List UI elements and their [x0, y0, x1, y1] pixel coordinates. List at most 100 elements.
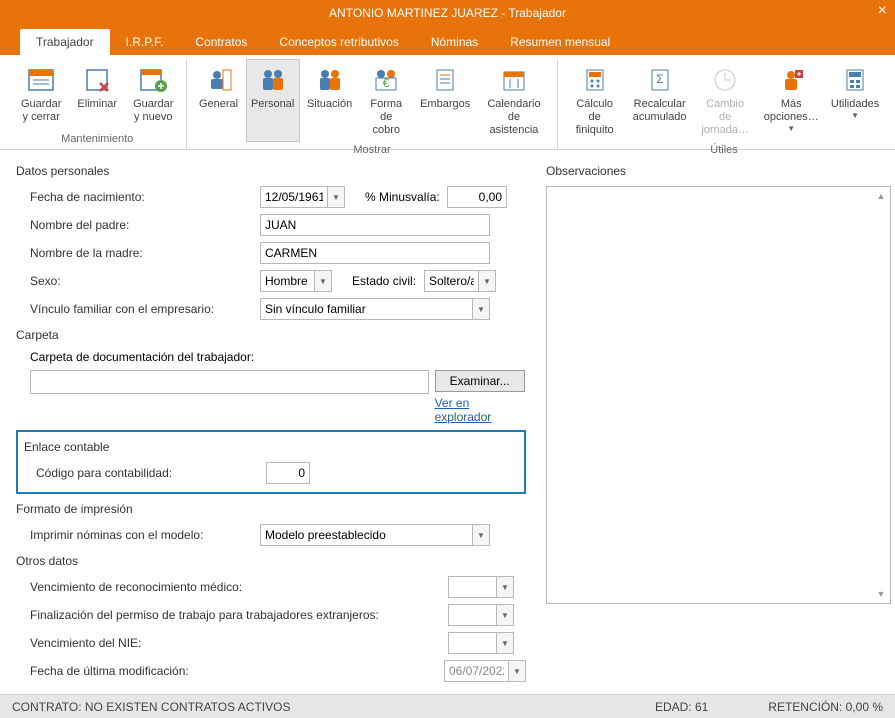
guardar-cerrar-button[interactable]: Guardar y cerrar — [14, 59, 68, 129]
fecha-mod-combo[interactable]: ▼ — [444, 660, 526, 682]
personal-label: Personal — [251, 98, 294, 111]
carpeta-path-input[interactable] — [30, 370, 429, 394]
sexo-label: Sexo: — [30, 274, 260, 288]
estado-civil-combo[interactable]: ▼ — [424, 270, 496, 292]
vinculo-input[interactable] — [260, 298, 472, 320]
chevron-down-icon[interactable]: ▼ — [496, 576, 514, 598]
recalcular-label: Recalcular acumulado — [633, 98, 687, 124]
tab-trabajador[interactable]: Trabajador — [20, 29, 110, 55]
estado-civil-input[interactable] — [424, 270, 478, 292]
cambio-jornada-icon — [709, 64, 741, 96]
fecha-mod-input[interactable] — [444, 660, 508, 682]
fecha-nac-combo[interactable]: ▼ — [260, 186, 345, 208]
imprimir-combo[interactable]: ▼ — [260, 524, 490, 546]
situacion-button[interactable]: Situación — [302, 59, 358, 142]
mas-opciones-button[interactable]: Más opciones… ▼ — [759, 59, 824, 142]
embargos-label: Embargos — [420, 98, 470, 111]
situacion-label: Situación — [307, 98, 352, 111]
scroll-down-icon[interactable]: ▼ — [874, 587, 888, 601]
calendario-icon — [498, 64, 530, 96]
fin-permiso-combo[interactable]: ▼ — [448, 604, 514, 626]
embargos-icon — [429, 64, 461, 96]
enlace-contable-box: Enlace contable Código para contabilidad… — [16, 430, 526, 494]
close-icon[interactable]: × — [878, 2, 887, 20]
fin-permiso-input[interactable] — [448, 604, 496, 626]
sexo-combo[interactable]: ▼ — [260, 270, 332, 292]
mas-opciones-label: Más opciones… — [764, 98, 819, 124]
situacion-icon — [314, 64, 346, 96]
calendario-button[interactable]: Calendario de asistencia — [477, 59, 550, 142]
general-icon — [203, 64, 235, 96]
cambio-jornada-label: Cambio de jornada… — [701, 98, 750, 137]
tab-resumen[interactable]: Resumen mensual — [494, 29, 626, 55]
nombre-padre-label: Nombre del padre: — [30, 218, 260, 232]
guardar-cerrar-label: Guardar y cerrar — [21, 98, 61, 124]
chevron-down-icon[interactable]: ▼ — [327, 186, 345, 208]
venc-medico-input[interactable] — [448, 576, 496, 598]
window-title: ANTONIO MARTINEZ JUAREZ - Trabajador — [329, 6, 566, 20]
chevron-down-icon[interactable]: ▼ — [496, 604, 514, 626]
general-button[interactable]: General — [193, 59, 243, 142]
codigo-cont-input[interactable] — [266, 462, 310, 484]
section-formato-impresion: Formato de impresión — [16, 502, 526, 516]
guardar-nuevo-label: Guardar y nuevo — [133, 98, 173, 124]
chevron-down-icon[interactable]: ▼ — [508, 660, 526, 682]
personal-button[interactable]: Personal — [246, 59, 300, 142]
nombre-padre-input[interactable] — [260, 214, 490, 236]
section-datos-personales: Datos personales — [16, 164, 526, 178]
recalcular-button[interactable]: Σ Recalcular acumulado — [628, 59, 692, 142]
fecha-mod-label: Fecha de última modificación: — [30, 664, 444, 678]
forma-cobro-icon: € — [370, 64, 402, 96]
forma-cobro-button[interactable]: € Forma de cobro — [359, 59, 413, 142]
personal-icon — [257, 64, 289, 96]
utilidades-button[interactable]: Utilidades ▼ — [826, 59, 885, 142]
venc-medico-label: Vencimiento de reconocimiento médico: — [30, 580, 448, 594]
status-contrato: CONTRATO: NO EXISTEN CONTRATOS ACTIVOS — [12, 700, 290, 714]
section-otros-datos: Otros datos — [16, 554, 526, 568]
tab-nominas[interactable]: Nóminas — [415, 29, 494, 55]
cambio-jornada-button[interactable]: Cambio de jornada… — [694, 59, 757, 142]
calculo-finiquito-button[interactable]: Cálculo de finiquito — [564, 59, 626, 142]
minusvalia-input[interactable] — [447, 186, 507, 208]
tab-irpf[interactable]: I.R.P.F. — [110, 29, 180, 55]
tab-contratos[interactable]: Contratos — [179, 29, 263, 55]
ver-explorador-link[interactable]: Ver en explorador — [435, 396, 526, 424]
forma-cobro-label: Forma de cobro — [366, 98, 406, 137]
chevron-down-icon[interactable]: ▼ — [472, 298, 490, 320]
mas-opciones-icon — [775, 64, 807, 96]
imprimir-input[interactable] — [260, 524, 472, 546]
venc-nie-input[interactable] — [448, 632, 496, 654]
chevron-down-icon[interactable]: ▼ — [472, 524, 490, 546]
group-label-utiles: Útiles — [564, 142, 885, 160]
chevron-down-icon[interactable]: ▼ — [314, 270, 332, 292]
eliminar-button[interactable]: Eliminar — [70, 59, 124, 129]
calculo-icon — [579, 64, 611, 96]
fecha-nac-input[interactable] — [260, 186, 327, 208]
guardar-nuevo-button[interactable]: Guardar y nuevo — [126, 59, 180, 129]
observaciones-textarea[interactable]: ▲ ▼ — [546, 186, 891, 604]
scroll-up-icon[interactable]: ▲ — [874, 189, 888, 203]
embargos-button[interactable]: Embargos — [415, 59, 475, 142]
group-label-mostrar: Mostrar — [193, 142, 550, 160]
statusbar: CONTRATO: NO EXISTEN CONTRATOS ACTIVOS E… — [0, 694, 895, 718]
venc-nie-label: Vencimiento del NIE: — [30, 636, 448, 650]
recalcular-icon: Σ — [644, 64, 676, 96]
delete-icon — [81, 64, 113, 96]
venc-nie-combo[interactable]: ▼ — [448, 632, 514, 654]
ribbon-group-mantenimiento: Guardar y cerrar Eliminar Guardar y nuev… — [8, 59, 187, 149]
eliminar-label: Eliminar — [77, 98, 117, 111]
examinar-button[interactable]: Examinar... — [435, 370, 525, 392]
chevron-down-icon[interactable]: ▼ — [496, 632, 514, 654]
calculo-label: Cálculo de finiquito — [571, 98, 619, 137]
section-enlace-contable: Enlace contable — [24, 440, 520, 454]
utilidades-icon — [839, 64, 871, 96]
tab-conceptos[interactable]: Conceptos retributivos — [263, 29, 414, 55]
venc-medico-combo[interactable]: ▼ — [448, 576, 514, 598]
sexo-input[interactable] — [260, 270, 314, 292]
svg-text:Σ: Σ — [656, 72, 663, 86]
vinculo-combo[interactable]: ▼ — [260, 298, 492, 320]
nombre-madre-input[interactable] — [260, 242, 490, 264]
main-tabs: Trabajador I.R.P.F. Contratos Conceptos … — [0, 25, 895, 55]
chevron-down-icon[interactable]: ▼ — [478, 270, 496, 292]
nombre-madre-label: Nombre de la madre: — [30, 246, 260, 260]
